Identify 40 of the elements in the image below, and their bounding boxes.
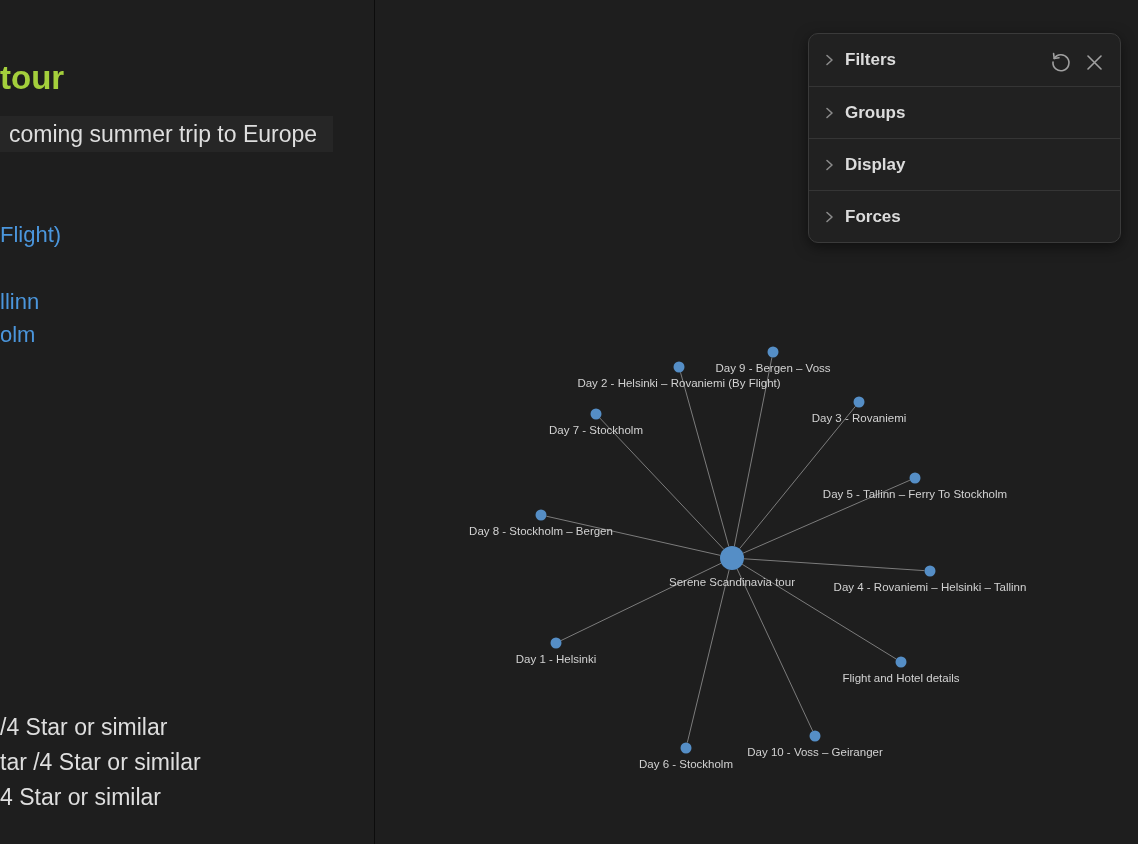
section-header[interactable]: Forces (825, 201, 901, 232)
node-label: Flight and Hotel details (842, 671, 960, 685)
graph-node[interactable] (535, 509, 547, 521)
graph-node[interactable] (853, 396, 865, 408)
section-header[interactable]: Groups (825, 97, 906, 128)
node-label: Day 2 - Helsinki – Rovaniemi (By Flight) (577, 376, 781, 390)
node-label: Day 8 - Stockholm – Bergen (469, 524, 613, 538)
graph-node[interactable] (767, 346, 779, 358)
list-text: tar /4 Star or similar (0, 748, 201, 777)
graph-node[interactable] (550, 637, 562, 649)
close-button[interactable] (1087, 54, 1102, 70)
note-link[interactable]: llinn (0, 285, 40, 318)
graph-node[interactable] (680, 742, 692, 754)
graph-node[interactable] (673, 361, 685, 373)
graph-node[interactable] (895, 656, 907, 668)
graph-node[interactable] (909, 472, 921, 484)
list-text: 4 Star or similar (0, 783, 162, 812)
note-link[interactable]: olm (0, 318, 36, 351)
node-label: Day 9 - Bergen – Voss (715, 361, 831, 375)
graph-node[interactable] (924, 565, 936, 577)
graph-node[interactable] (809, 730, 821, 742)
node-label: Day 5 - Tallinn – Ferry To Stockholm (822, 487, 1008, 501)
node-label: Day 7 - Stockholm (549, 423, 643, 437)
reset-button[interactable] (1050, 51, 1072, 73)
node-label: Day 10 - Voss – Geiranger (747, 745, 883, 759)
node-label: Day 4 - Rovaniemi – Helsinki – Tallinn (833, 580, 1027, 594)
graph-node[interactable] (590, 408, 602, 420)
note-heading: tour (0, 58, 65, 98)
intro-text: coming summer trip to Europe (0, 116, 333, 152)
reset-icon (1050, 51, 1072, 73)
list-text: /4 Star or similar (0, 713, 168, 742)
close-icon (1087, 54, 1102, 70)
section-header[interactable]: Filters (825, 45, 897, 75)
node-label: Serene Scandinavia tour (669, 575, 795, 589)
section-header[interactable]: Display (825, 149, 906, 180)
node-label: Day 1 - Helsinki (515, 652, 597, 666)
node-label: Day 6 - Stockholm (639, 757, 733, 771)
note-link[interactable]: Flight) (0, 218, 62, 251)
node-label: Day 3 - Rovaniemi (811, 411, 907, 425)
graph-node[interactable] (720, 546, 744, 570)
